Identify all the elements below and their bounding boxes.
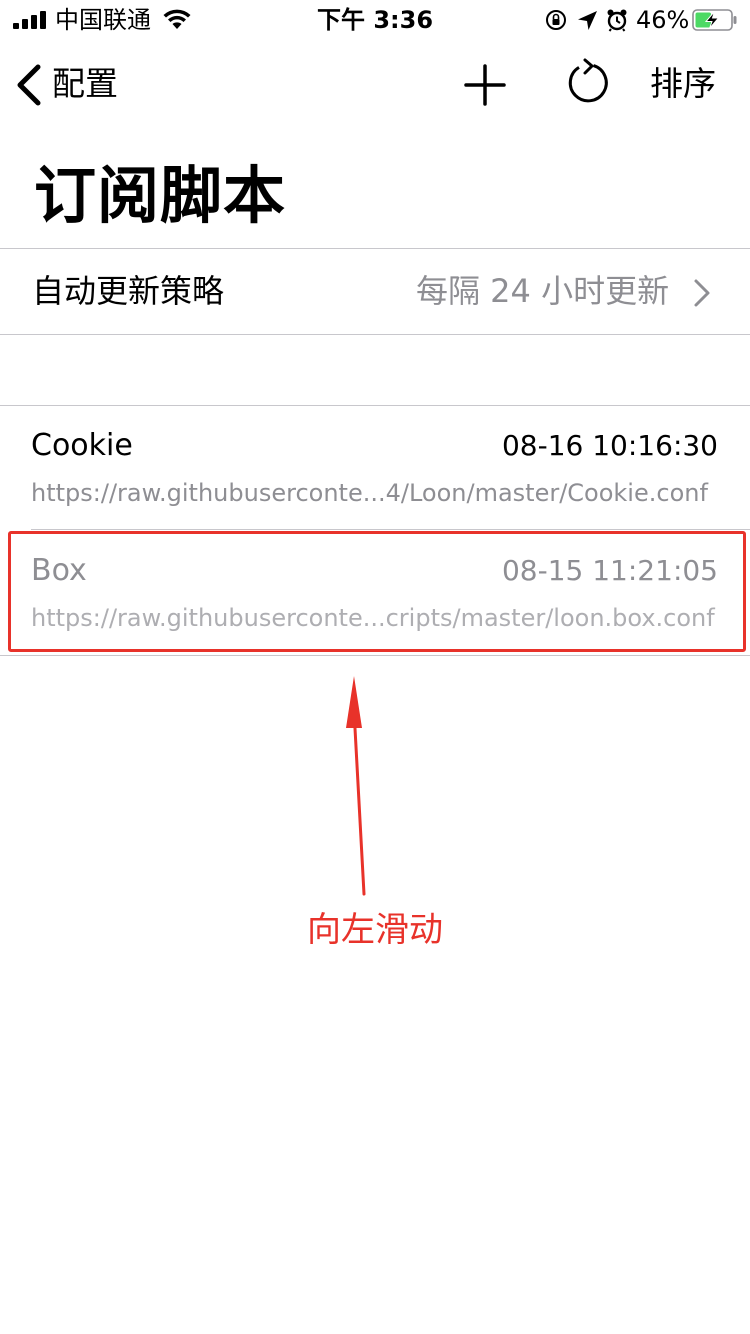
subscription-row-cookie[interactable]: Cookie 08-16 10:16:30 https://raw.github… — [0, 406, 750, 530]
refresh-button[interactable] — [562, 57, 614, 109]
back-label: 配置 — [52, 64, 118, 103]
annotation-highlight-box — [8, 531, 746, 652]
annotation-label: 向左滑动 — [307, 910, 443, 950]
update-policy-value: 每隔 24 小时更新 — [416, 272, 670, 310]
page-title: 订阅脚本 — [34, 159, 287, 232]
chevron-left-icon — [17, 64, 41, 106]
rotation-lock-icon — [546, 10, 566, 30]
battery-percent: 46% — [636, 6, 690, 34]
battery-charging-icon — [692, 9, 737, 31]
subscription-url: https://raw.githubuserconte...4/Loon/mas… — [31, 479, 708, 507]
status-icons — [546, 9, 627, 32]
divider — [31, 529, 750, 530]
add-button[interactable] — [460, 60, 510, 110]
annotation-arrow-icon — [346, 676, 366, 896]
chevron-right-icon — [694, 279, 710, 307]
alarm-icon — [607, 9, 627, 32]
refresh-icon — [568, 58, 608, 103]
subscription-updated-time: 08-16 10:16:30 — [501, 429, 718, 462]
subscription-name: Cookie — [31, 428, 133, 463]
sort-button[interactable]: 排序 — [650, 62, 716, 106]
update-policy-row[interactable]: 自动更新策略 每隔 24 小时更新 — [0, 249, 750, 334]
back-button[interactable]: 配置 — [14, 58, 144, 112]
divider — [0, 334, 750, 335]
location-icon — [578, 11, 597, 30]
status-bar: 中国联通 下午 3:36 46% — [0, 0, 750, 40]
divider — [0, 655, 750, 656]
update-policy-label: 自动更新策略 — [32, 272, 225, 310]
plus-icon — [464, 64, 506, 106]
